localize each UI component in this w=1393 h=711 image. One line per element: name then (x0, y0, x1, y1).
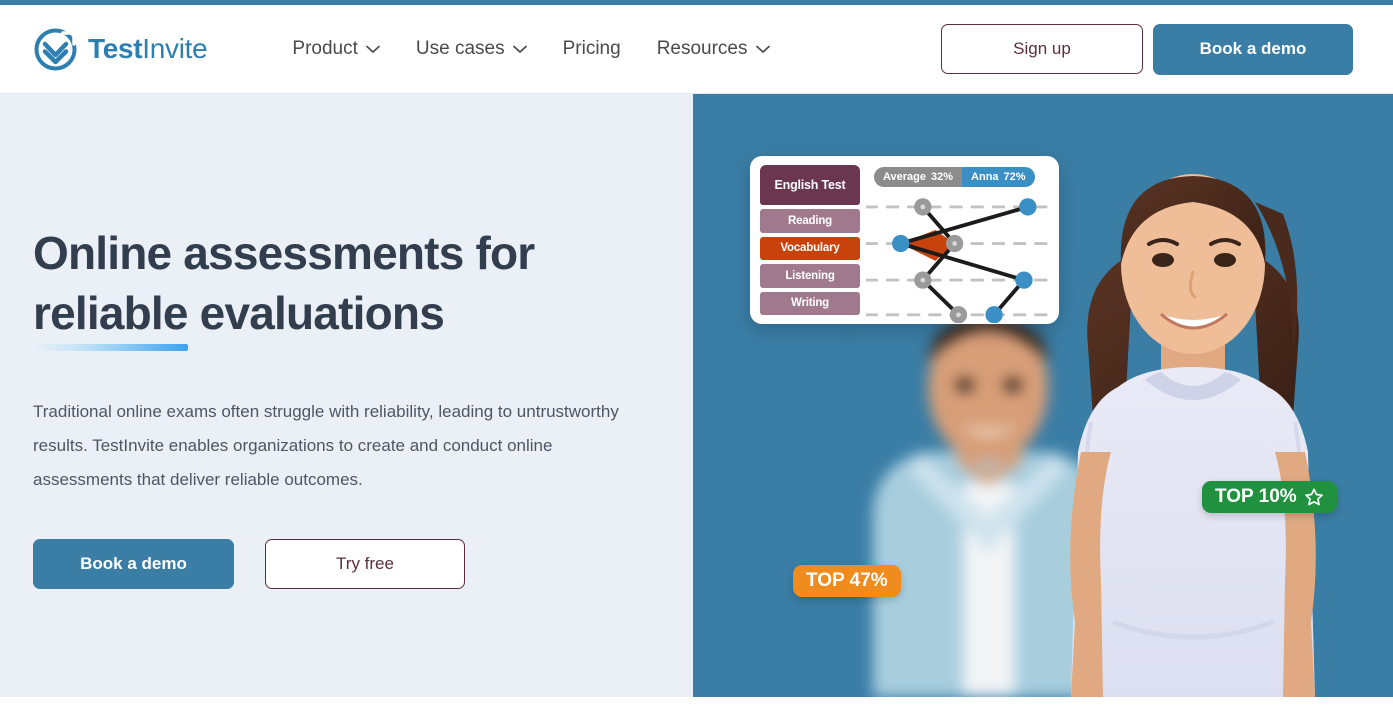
brand-name-light: Invite (142, 33, 208, 64)
legend-item-average: Average 32% (874, 167, 963, 187)
hero-paragraph: Traditional online exams often struggle … (33, 402, 619, 489)
brand-logo-link[interactable]: TestInvite (33, 27, 208, 72)
brand-name: TestInvite (88, 33, 208, 65)
score-comparison-chart (866, 198, 1049, 323)
hero-left-panel: Online assessments for reliable evaluati… (0, 94, 693, 697)
star-icon (1304, 488, 1323, 506)
section-row-vocabulary[interactable]: Vocabulary (760, 236, 860, 261)
page-root: TestInvite Product Use cases Pricing Res… (0, 0, 1393, 711)
section-row-listening[interactable]: Listening (760, 264, 860, 288)
nav-item-pricing-label: Pricing (562, 38, 621, 59)
check-circle-icon (34, 28, 77, 70)
book-a-demo-button-hero[interactable]: Book a demo (33, 539, 234, 589)
hero-right-panel: English Test Reading Vocabulary Listenin… (693, 94, 1393, 697)
hero-cta-group: Book a demo Try free (33, 539, 653, 589)
headline-underlined-word: reliable (33, 283, 189, 351)
status-badge-top-47: TOP 47% (793, 565, 901, 597)
page-title: Online assessments for reliable evaluati… (33, 223, 653, 351)
nav-item-use-cases-label: Use cases (415, 38, 505, 59)
legend-anna-name: Anna (971, 171, 999, 183)
hero-section: Online assessments for reliable evaluati… (0, 94, 1393, 697)
chevron-down-icon (366, 45, 380, 53)
try-free-button[interactable]: Try free (265, 539, 465, 589)
hero-copy: Online assessments for reliable evaluati… (33, 223, 653, 589)
result-card-chart: Average 32% Anna 72% (866, 165, 1049, 323)
brand-name-bold: Test (88, 33, 143, 64)
result-card: English Test Reading Vocabulary Listenin… (750, 156, 1059, 324)
legend-average-value: 32% (931, 171, 954, 183)
site-header: TestInvite Product Use cases Pricing Res… (0, 5, 1393, 94)
chart-legend: Average 32% Anna 72% (874, 167, 1035, 187)
section-row-reading[interactable]: Reading (760, 209, 860, 233)
hero-photo: English Test Reading Vocabulary Listenin… (693, 94, 1393, 697)
header-actions: Sign up Book a demo (941, 23, 1353, 75)
legend-anna-value: 72% (1003, 171, 1026, 183)
nav-item-resources-label: Resources (656, 38, 748, 59)
headline-line-2-rest: evaluations (187, 287, 445, 339)
book-a-demo-button-header[interactable]: Book a demo (1153, 23, 1353, 75)
main-navigation: Product Use cases Pricing Resources (292, 38, 770, 60)
headline-line-1: Online assessments for (33, 227, 535, 279)
chart-series-anna (898, 205, 1029, 317)
sign-up-button[interactable]: Sign up (941, 24, 1143, 74)
nav-item-product-label: Product (292, 38, 358, 59)
nav-item-pricing[interactable]: Pricing (563, 38, 621, 60)
section-row-writing[interactable]: Writing (760, 291, 860, 315)
nav-item-product[interactable]: Product (292, 38, 380, 60)
chevron-down-icon (755, 45, 770, 53)
nav-item-use-cases[interactable]: Use cases (416, 38, 527, 60)
status-badge-top-47-label: TOP 47% (806, 570, 888, 591)
legend-item-anna: Anna 72% (962, 167, 1035, 187)
chevron-down-icon (512, 45, 527, 53)
legend-average-name: Average (883, 171, 927, 183)
status-badge-top-10: TOP 10% (1202, 481, 1337, 513)
result-card-sections: English Test Reading Vocabulary Listenin… (760, 165, 860, 315)
result-card-title: English Test (760, 165, 860, 206)
nav-item-resources[interactable]: Resources (657, 38, 770, 60)
status-badge-top-10-label: TOP 10% (1215, 486, 1297, 507)
